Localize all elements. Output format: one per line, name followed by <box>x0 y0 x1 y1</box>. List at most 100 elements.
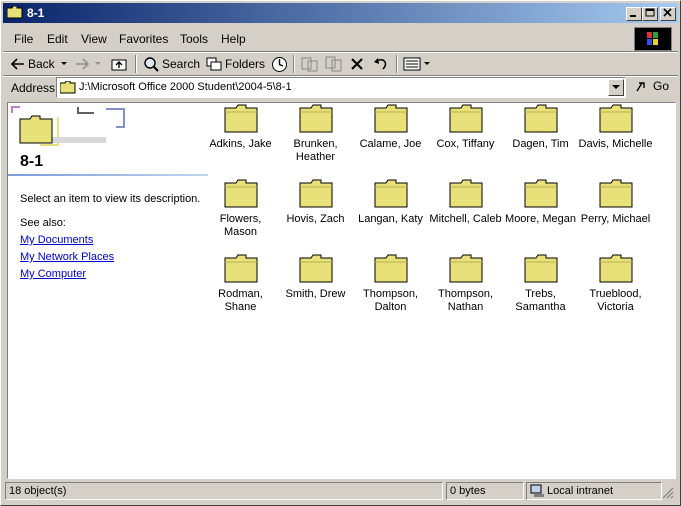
folder-item[interactable]: Moore, Megan <box>503 178 578 226</box>
folder-label-line: Moore, Megan <box>505 213 576 225</box>
address-dropdown-button[interactable] <box>608 79 624 96</box>
delete-button[interactable] <box>350 54 364 74</box>
folder-item[interactable]: Perry, Michael <box>578 178 653 226</box>
folder-label: Dagen, Tim <box>503 138 578 151</box>
folder-item[interactable]: Davis, Michelle <box>578 103 653 151</box>
folder-icon <box>224 254 257 283</box>
folder-label: Hovis, Zach <box>278 213 353 226</box>
address-input[interactable]: J:\Microsoft Office 2000 Student\2004-5\… <box>56 77 626 98</box>
views-button[interactable] <box>403 54 430 74</box>
folder-label-line: Brunken, <box>293 138 338 150</box>
menu-view[interactable]: View <box>81 32 107 46</box>
up-folder-button[interactable] <box>111 54 127 74</box>
web-view-pane: 8-1 Select an item to view its descripti… <box>8 103 208 478</box>
address-bar: Address J:\Microsoft Office 2000 Student… <box>3 77 678 99</box>
folder-label: Perry, Michael <box>578 213 653 226</box>
menu-file[interactable]: File <box>14 32 33 46</box>
forward-arrow-icon <box>76 58 89 70</box>
windows-flag-icon <box>647 32 658 45</box>
folder-label: Trebs, Samantha <box>503 288 578 314</box>
folder-item[interactable]: Flowers, Mason <box>203 178 278 239</box>
history-button[interactable] <box>271 54 288 74</box>
address-label: Address <box>11 81 56 95</box>
folder-label-line: Mitchell, Caleb <box>429 213 502 225</box>
maximize-icon <box>645 8 655 17</box>
status-bar: 18 object(s) 0 bytes Local intranet <box>3 481 678 501</box>
folder-label: Smith, Drew <box>278 288 353 301</box>
folder-label: Rodman, Shane <box>203 288 278 314</box>
menu-bar: File Edit View Favorites Tools Help <box>3 25 678 51</box>
folder-item[interactable]: Brunken, Heather <box>278 103 353 164</box>
forward-button[interactable] <box>75 54 101 74</box>
link-my-network-places[interactable]: My Network Places <box>20 251 114 263</box>
undo-button[interactable] <box>373 54 389 74</box>
toolbar-separator <box>293 55 295 73</box>
content-area: 8-1 Select an item to view its descripti… <box>7 102 676 479</box>
folder-label-line: Langan, Katy <box>358 213 423 225</box>
folder-item[interactable]: Cox, Tiffany <box>428 103 503 151</box>
search-icon <box>144 57 159 72</box>
folder-label-line: Thompson, <box>362 288 419 300</box>
folder-item[interactable]: Trebs, Samantha <box>503 253 578 314</box>
folder-item[interactable]: Rodman, Shane <box>203 253 278 314</box>
folder-item[interactable]: Adkins, Jake <box>203 103 278 151</box>
folder-icon <box>599 179 632 208</box>
go-button[interactable]: Go <box>636 79 669 93</box>
folder-label: Flowers, Mason <box>203 213 278 239</box>
back-button[interactable]: Back <box>11 54 67 74</box>
folder-label: Calame, Joe <box>353 138 428 151</box>
folder-item[interactable]: Thompson, Nathan <box>428 253 503 314</box>
folder-icon <box>224 104 257 133</box>
folder-label-line: Mason <box>223 226 258 238</box>
title-bar[interactable]: 8-1 <box>3 3 678 23</box>
folders-button[interactable]: Folders <box>206 54 265 74</box>
menu-tools[interactable]: Tools <box>180 32 208 46</box>
folder-label-line: Shane <box>224 301 257 313</box>
folder-label-line: Perry, Michael <box>580 213 651 225</box>
status-size: 0 bytes <box>446 482 524 500</box>
folder-item[interactable]: Mitchell, Caleb <box>428 178 503 226</box>
windows-logo <box>634 27 672 51</box>
back-arrow-icon <box>11 58 24 70</box>
folder-icon <box>299 254 332 283</box>
folder-label-line: Flowers, <box>219 213 262 225</box>
minimize-button[interactable] <box>626 7 642 21</box>
folder-item[interactable]: Langan, Katy <box>353 178 428 226</box>
folder-item[interactable]: Smith, Drew <box>278 253 353 301</box>
folder-label-line: Dalton <box>374 301 407 313</box>
menu-help[interactable]: Help <box>221 32 246 46</box>
pane-title-rule <box>8 174 208 176</box>
link-my-computer[interactable]: My Computer <box>20 268 86 280</box>
folder-icon <box>449 104 482 133</box>
move-to-button[interactable] <box>301 54 319 74</box>
folder-icon <box>299 179 332 208</box>
folder-label-line: Cox, Tiffany <box>436 138 495 150</box>
views-icon <box>403 57 421 71</box>
menu-edit[interactable]: Edit <box>47 32 68 46</box>
folder-item[interactable]: Dagen, Tim <box>503 103 578 151</box>
folder-label-line: Dagen, Tim <box>512 138 569 150</box>
copy-to-button[interactable] <box>325 54 343 74</box>
back-label: Back <box>28 57 55 71</box>
search-button[interactable]: Search <box>143 54 200 74</box>
address-path: J:\Microsoft Office 2000 Student\2004-5\… <box>79 81 292 93</box>
folder-icon <box>599 254 632 283</box>
folder-label-line: Hovis, Zach <box>286 213 345 225</box>
folder-label: Brunken, Heather <box>278 138 353 164</box>
folder-label: Thompson, Nathan <box>428 288 503 314</box>
close-button[interactable] <box>660 7 676 21</box>
link-my-documents[interactable]: My Documents <box>20 234 93 246</box>
folder-item[interactable]: Calame, Joe <box>353 103 428 151</box>
folder-item[interactable]: Thompson, Dalton <box>353 253 428 314</box>
folders-label: Folders <box>225 57 266 71</box>
resize-grip-icon[interactable] <box>662 487 674 499</box>
folder-icon <box>224 179 257 208</box>
pane-folder-title: 8-1 <box>20 153 44 170</box>
folder-item[interactable]: Hovis, Zach <box>278 178 353 226</box>
maximize-button[interactable] <box>642 7 658 21</box>
folder-item[interactable]: Trueblood, Victoria <box>578 253 653 314</box>
menu-favorites[interactable]: Favorites <box>119 32 168 46</box>
folder-label-line: Rodman, <box>218 288 263 300</box>
delete-icon <box>351 58 363 70</box>
folder-label-line: Victoria <box>597 301 634 313</box>
